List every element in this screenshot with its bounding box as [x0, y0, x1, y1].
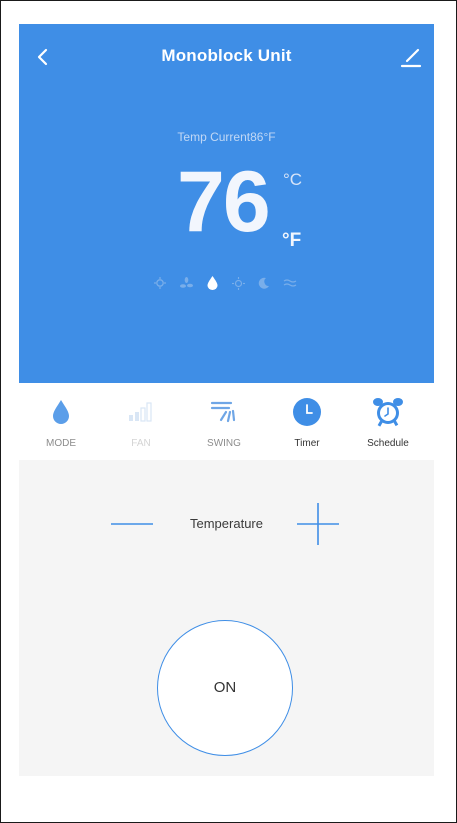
eco-icon	[282, 275, 298, 291]
page-title: Monoblock Unit	[161, 46, 292, 65]
power-button[interactable]: ON	[157, 620, 293, 756]
mode-label: MODE	[46, 438, 76, 449]
swing-button[interactable]: SWING	[182, 383, 266, 460]
alarm-clock-icon	[346, 397, 430, 427]
increase-temp-button[interactable]	[295, 502, 341, 546]
auto-icon	[152, 275, 168, 291]
fan-icon	[178, 275, 194, 291]
app-screen: Monoblock Unit Temp Current86°F 76 °C °F	[19, 24, 434, 776]
swing-icon	[182, 397, 266, 427]
temperature-label: Temperature	[190, 516, 263, 531]
fan-label: FAN	[131, 438, 151, 449]
unit-fahrenheit[interactable]: °F	[282, 230, 301, 252]
edit-button[interactable]	[399, 44, 423, 70]
device-header: Monoblock Unit Temp Current86°F 76 °C °F	[19, 24, 434, 383]
power-label: ON	[213, 679, 237, 696]
schedule-button[interactable]: Schedule	[346, 383, 430, 460]
timer-button[interactable]: Timer	[265, 383, 349, 460]
temperature-control: Temperature	[19, 502, 434, 546]
unit-celsius[interactable]: °C	[283, 170, 302, 190]
fan-speed-bars-icon	[99, 397, 183, 427]
dry-icon	[204, 275, 220, 291]
clock-icon	[265, 397, 349, 427]
function-bar: MODE FAN SWING Timer Schedule	[19, 383, 434, 460]
timer-label: Timer	[294, 438, 320, 449]
fan-button[interactable]: FAN	[99, 383, 183, 460]
decrease-temp-button[interactable]	[109, 506, 155, 542]
set-temperature: 76	[177, 154, 271, 250]
plus-icon	[297, 503, 339, 545]
sleep-icon	[256, 275, 272, 291]
mode-indicator-row	[152, 275, 298, 291]
heat-icon	[230, 275, 246, 291]
schedule-label: Schedule	[367, 438, 409, 449]
minus-icon	[111, 523, 153, 525]
pencil-icon	[400, 48, 422, 68]
current-temperature: Temp Current86°F	[177, 130, 276, 144]
mode-button[interactable]: MODE	[19, 383, 103, 460]
swing-label: SWING	[207, 438, 241, 449]
water-drop-icon	[19, 397, 103, 427]
